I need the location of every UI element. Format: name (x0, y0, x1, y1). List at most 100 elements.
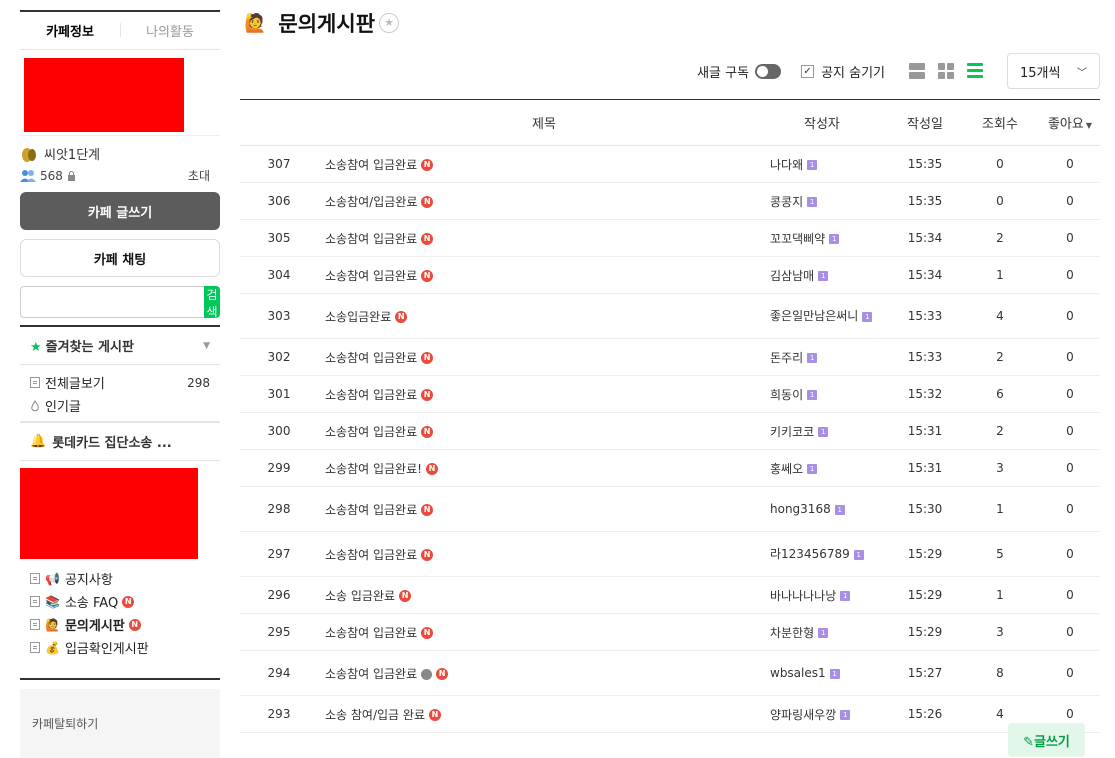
post-date: 15:35 (890, 182, 960, 220)
table-row[interactable]: 298 소송참여 입금완료 Nhong3168 1 15:30 1 0 (240, 486, 1100, 532)
new-badge: N (421, 352, 434, 364)
table-row[interactable]: 293 소송 참여/입금 완료 N 양파링새우깡 1 15:26 4 0 (240, 695, 1100, 733)
cafe-chat-button[interactable]: 카페 채팅 (20, 239, 220, 277)
table-row[interactable]: 305 소송참여 입금완료 N 꼬꼬댁삐약 1 15:34 2 0 (240, 219, 1100, 257)
post-date: 15:31 (890, 412, 960, 450)
author-name[interactable]: 키키코코 (770, 425, 814, 439)
author-name[interactable]: 좋은일만남은써니 (770, 309, 858, 323)
new-badge: N (421, 389, 434, 401)
member-count[interactable]: 568 (40, 169, 63, 183)
favorite-star-icon[interactable]: ★ (379, 13, 400, 33)
cafe-write-button[interactable]: 카페 글쓰기 (20, 192, 220, 230)
author-cell: 돈주리 1 (770, 338, 890, 376)
post-title-link[interactable]: 소송참여/입금완료 (325, 195, 417, 209)
post-title-link[interactable]: 소송참여 입금완료 (325, 158, 417, 172)
post-title-link[interactable]: 소송참여 입금완료 (325, 269, 417, 283)
author-name[interactable]: 차분한형 (770, 626, 814, 640)
leave-cafe-link[interactable]: 카페탈퇴하기 (32, 717, 98, 731)
post-views: 3 (960, 449, 1040, 487)
table-row[interactable]: 300 소송참여 입금완료 N 키키코코 1 15:31 2 0 (240, 412, 1100, 450)
table-row[interactable]: 306 소송참여/입금완료 N 콩콩지 1 15:35 0 0 (240, 182, 1100, 220)
hide-notice-label[interactable]: 공지 숨기기 (821, 62, 885, 81)
author-name[interactable]: 꼬꼬댁삐약 (770, 232, 825, 246)
search-button[interactable]: 검색 (204, 286, 220, 319)
post-likes: 0 (1040, 486, 1100, 532)
document-icon (30, 573, 40, 584)
post-title-link[interactable]: 소송참여 입금완료! (325, 462, 422, 476)
table-header: 제목 작성자 작성일 조회수 좋아요 ▼ (240, 99, 1100, 146)
likes-sort-label: 좋아요 (1047, 117, 1084, 132)
author-name[interactable]: 희동이 (770, 388, 803, 402)
author-name[interactable]: 콩콩지 (770, 195, 803, 209)
tab-cafe-info[interactable]: 카페정보 (20, 21, 120, 40)
write-post-button[interactable]: ✎글쓰기 (1008, 723, 1085, 757)
detail-list-view-icon[interactable] (967, 63, 983, 79)
post-title-link[interactable]: 소송참여 입금완료 (325, 626, 417, 640)
menu-item-popular[interactable]: 인기글 (30, 394, 220, 417)
per-page-select[interactable]: 15개씩 ﹀ (1007, 53, 1100, 89)
search-input[interactable] (20, 286, 204, 318)
post-number: 299 (240, 449, 318, 487)
redacted-area (20, 461, 220, 561)
caret-down-icon[interactable]: ▼ (203, 341, 210, 351)
post-title-link[interactable]: 소송 입금완료 (325, 589, 395, 603)
table-row[interactable]: 296 소송 입금완료 N 바나나나나낭 1 15:29 1 0 (240, 576, 1100, 614)
author-name[interactable]: 양파링새우깡 (770, 708, 836, 722)
col-views: 조회수 (960, 99, 1040, 146)
post-views: 6 (960, 375, 1040, 413)
author-name[interactable]: 라123456789 (770, 547, 850, 561)
post-date: 15:29 (890, 531, 960, 577)
member-grade: 씨앗1단계 (20, 144, 220, 163)
list-view-icon[interactable] (909, 63, 925, 79)
board-item-notice[interactable]: 📢 공지사항 (30, 567, 220, 590)
post-number: 294 (240, 650, 318, 696)
post-title-link[interactable]: 소송 참여/입금 완료 (325, 708, 425, 722)
level-badge: 1 (807, 353, 818, 363)
author-name[interactable]: wbsales1 (770, 666, 826, 680)
post-title-cell: 소송참여 입금완료 N (318, 531, 770, 577)
author-name[interactable]: 바나나나나낭 (770, 589, 836, 603)
pencil-icon: ✎ (1023, 734, 1034, 750)
subscribe-toggle[interactable] (755, 63, 782, 79)
table-row[interactable]: 304 소송참여 입금완료 N 김삼남매 1 15:34 1 0 (240, 256, 1100, 294)
board-label: 공지사항 (64, 573, 113, 588)
table-row[interactable]: 295 소송참여 입금완료 N 차분한형 1 15:29 3 0 (240, 613, 1100, 651)
table-row[interactable]: 303 소송입금완료 N 좋은일만남은써니 1 15:33 4 0 (240, 293, 1100, 339)
menu-list: 전체글보기 298 인기글 (20, 365, 220, 423)
table-row[interactable]: 297 소송참여 입금완료 N 라123456789 1 15:29 5 0 (240, 531, 1100, 577)
author-name[interactable]: hong3168 (770, 502, 831, 516)
cafe-name-header[interactable]: 🔔 롯데카드 집단소송 ... (20, 423, 220, 461)
board-item-deposit[interactable]: 💰 입금확인게시판 (30, 636, 220, 659)
menu-item-all-posts[interactable]: 전체글보기 298 (30, 371, 220, 394)
hide-notice-checkbox[interactable]: ✓ (801, 64, 815, 78)
author-name[interactable]: 김삼남매 (770, 269, 814, 283)
post-title-link[interactable]: 소송참여 입금완료 (325, 351, 417, 365)
author-name[interactable]: 홍쎄오 (770, 462, 803, 476)
table-row[interactable]: 301 소송참여 입금완료 N 희동이 1 15:32 6 0 (240, 375, 1100, 413)
post-title-link[interactable]: 소송참여 입금완료 (325, 425, 417, 439)
post-title-cell: 소송참여 입금완료 N (318, 145, 770, 183)
post-title-link[interactable]: 소송입금완료 (325, 310, 391, 324)
post-title-link[interactable]: 소송참여 입금완료 (325, 667, 417, 681)
board-item-inquiry[interactable]: 🙋 문의게시판 N (30, 613, 220, 636)
post-views: 2 (960, 219, 1040, 257)
author-cell: wbsales1 1 (770, 650, 890, 696)
post-title-link[interactable]: 소송참여 입금완료 (325, 548, 417, 562)
post-title-link[interactable]: 소송참여 입금완료 (325, 503, 417, 517)
author-name[interactable]: 돈주리 (770, 351, 803, 365)
author-name[interactable]: 나다왜 (770, 158, 803, 172)
level-badge: 1 (829, 668, 840, 679)
invite-link[interactable]: 초대 (188, 167, 210, 184)
favorites-header[interactable]: ★ 즐겨찾는 게시판 ▼ (20, 325, 220, 365)
board-item-faq[interactable]: 📚 소송 FAQ N (30, 590, 220, 613)
post-number: 306 (240, 182, 318, 220)
post-title-link[interactable]: 소송참여 입금완료 (325, 388, 417, 402)
tab-my-activity[interactable]: 나의활동 (120, 21, 220, 40)
table-row[interactable]: 294 소송참여 입금완료 Nwbsales1 1 15:27 8 0 (240, 650, 1100, 696)
col-likes[interactable]: 좋아요 ▼ (1040, 99, 1100, 146)
table-row[interactable]: 299 소송참여 입금완료! N 홍쎄오 1 15:31 3 0 (240, 449, 1100, 487)
table-row[interactable]: 302 소송참여 입금완료 N 돈주리 1 15:33 2 0 (240, 338, 1100, 376)
post-title-link[interactable]: 소송참여 입금완료 (325, 232, 417, 246)
table-row[interactable]: 307 소송참여 입금완료 N 나다왜 1 15:35 0 0 (240, 145, 1100, 183)
grid-view-icon[interactable] (938, 63, 954, 79)
